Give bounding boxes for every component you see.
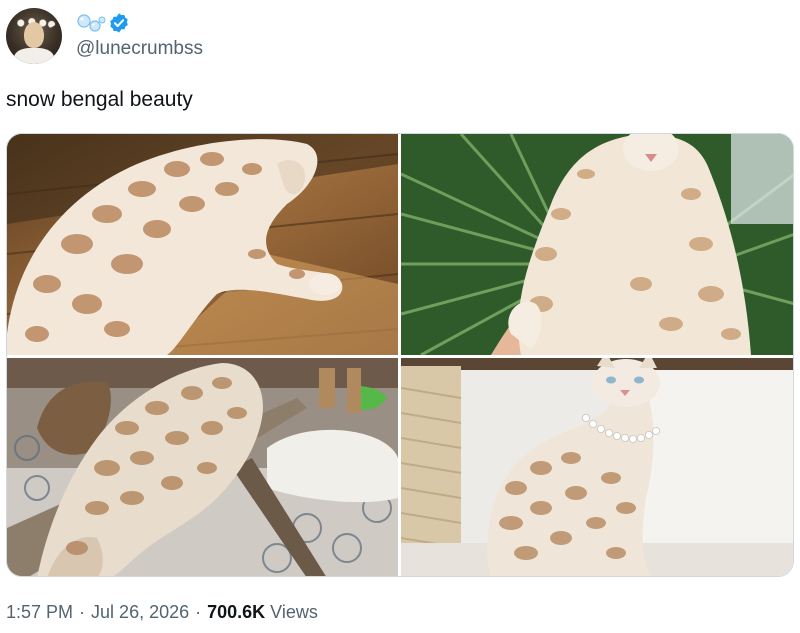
- tweet-text: snow bengal beauty: [6, 88, 193, 111]
- avatar-shirt: [14, 48, 54, 64]
- views-label[interactable]: Views: [270, 600, 318, 624]
- photo-4[interactable]: [401, 358, 793, 576]
- tweet-header: @lunecrumbss: [6, 6, 203, 66]
- bubbles-icon: [77, 14, 106, 32]
- author-handle[interactable]: @lunecrumbss: [76, 38, 203, 60]
- display-name[interactable]: [76, 12, 203, 34]
- post-time[interactable]: 1:57 PM: [6, 600, 73, 624]
- separator: ·: [79, 602, 86, 622]
- photo-4-image: [401, 358, 793, 576]
- photo-3-image: [7, 358, 398, 576]
- avatar-face: [24, 22, 44, 48]
- photo-3[interactable]: [7, 358, 398, 576]
- photo-2-image: [401, 134, 793, 355]
- photo-1-image: [7, 134, 398, 355]
- photo-1[interactable]: [7, 134, 398, 355]
- tweet-meta: 1:57 PM · Jul 26, 2026 · 700.6K Views: [6, 600, 318, 624]
- photo-2[interactable]: [401, 134, 793, 355]
- avatar[interactable]: [6, 8, 62, 64]
- post-date[interactable]: Jul 26, 2026: [91, 600, 189, 624]
- verified-badge-icon: [110, 13, 128, 33]
- author-info: @lunecrumbss: [76, 8, 203, 64]
- media-grid: [6, 133, 794, 577]
- views-count[interactable]: 700.6K: [207, 600, 265, 624]
- separator: ·: [195, 602, 202, 622]
